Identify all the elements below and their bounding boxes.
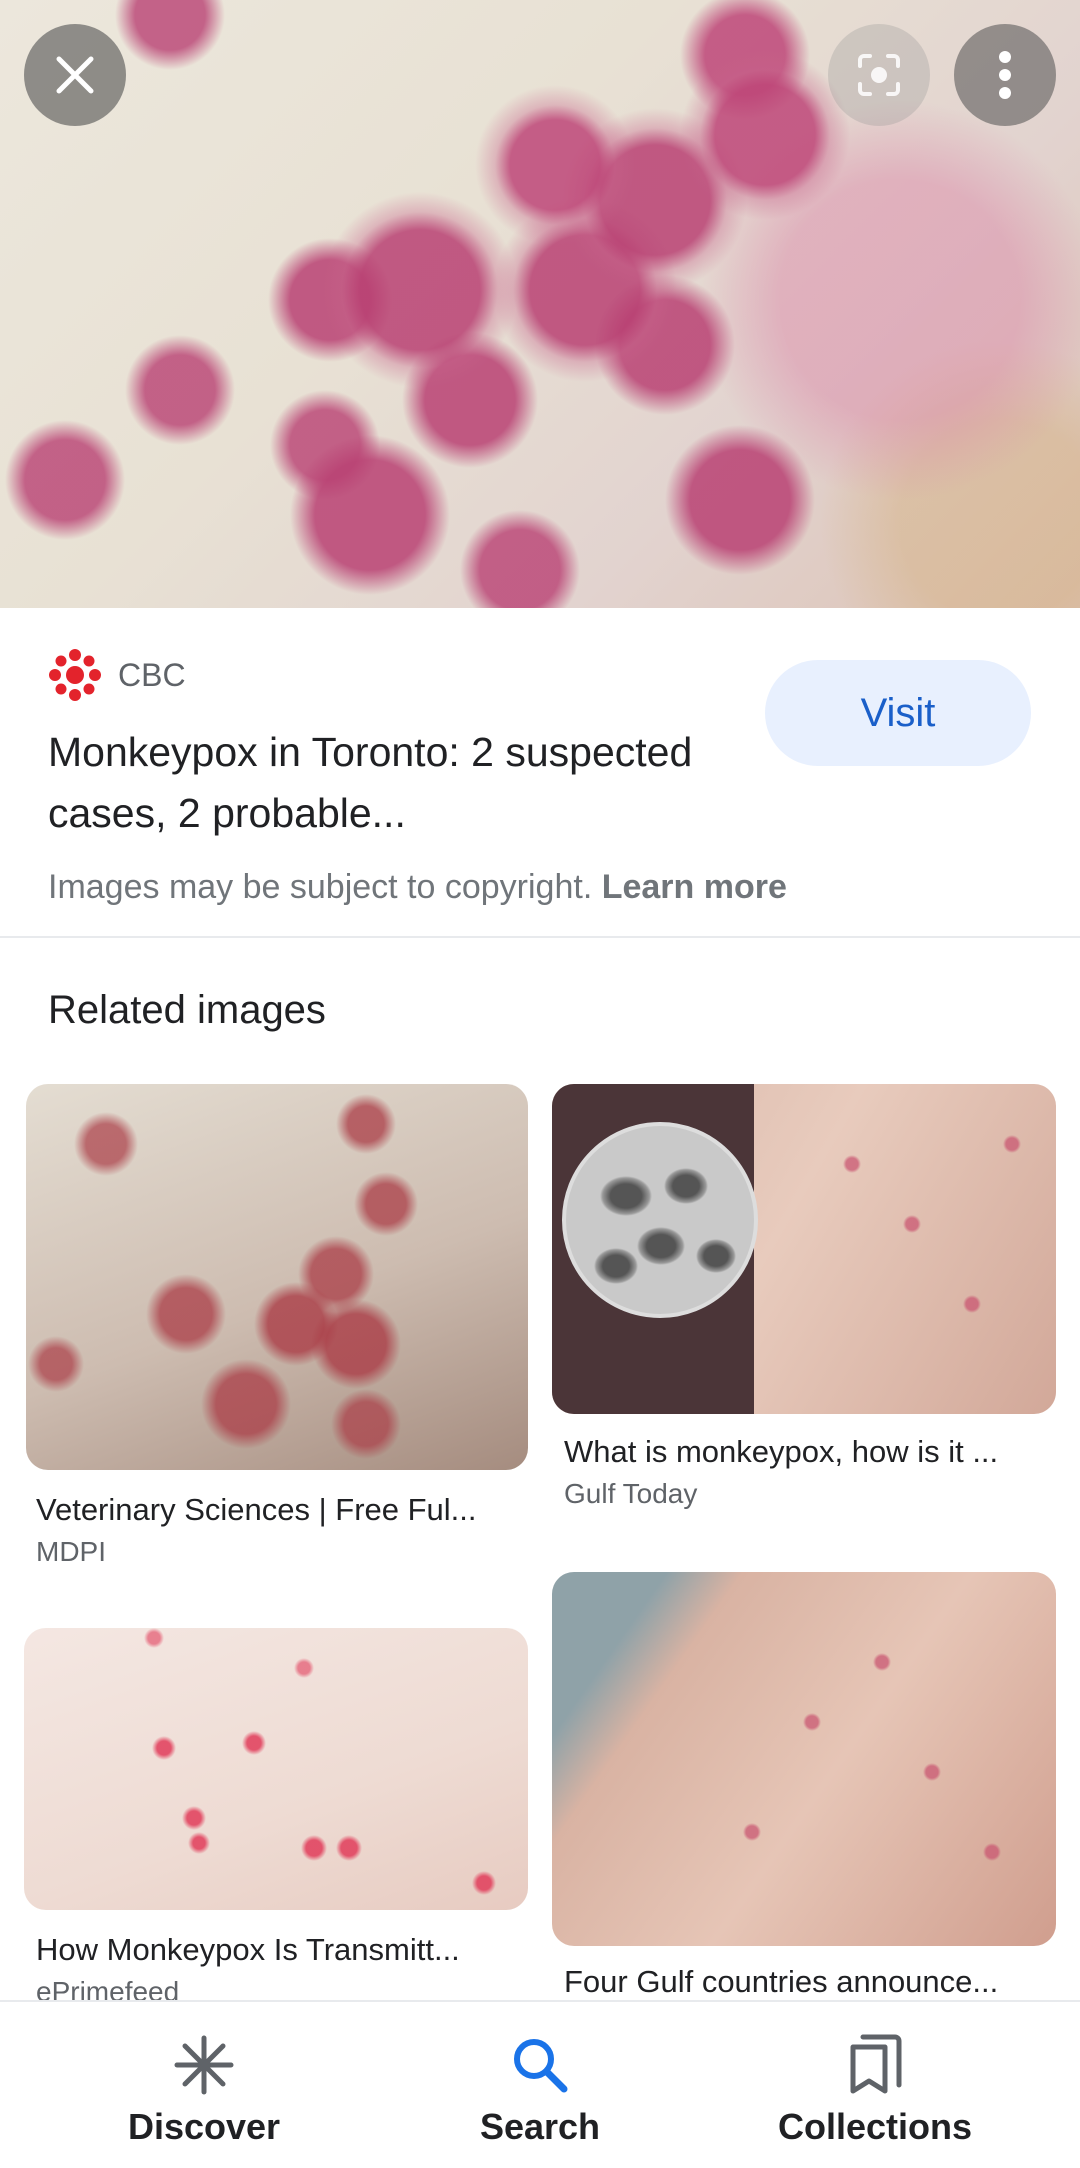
cbc-logo-icon [49,649,101,701]
search-icon [510,2032,570,2098]
related-image-source: Gulf Today [564,1478,698,1509]
close-icon [56,56,94,94]
copyright-notice: Images may be subject to copyright. Lear… [48,868,787,907]
related-image-card[interactable]: Four Gulf countries announce... [552,1572,1056,2000]
visit-button[interactable]: Visit [765,660,1031,766]
related-image-thumbnail[interactable] [552,1572,1056,1946]
source-name: CBC [118,656,186,693]
source-row[interactable]: CBC [48,648,186,702]
related-image-card[interactable]: Veterinary Sciences | Free Ful... MDPI [26,1084,528,1568]
nav-collections[interactable]: Collections [750,2002,1000,2168]
nav-search[interactable]: Search [440,2002,640,2168]
result-title[interactable]: Monkeypox in Toronto: 2 suspected cases,… [48,722,708,844]
nav-search-label: Search [479,2106,601,2147]
more-options-button[interactable] [954,24,1056,126]
asterisk-icon [173,2032,235,2098]
related-image-title[interactable]: Four Gulf countries announce... [564,1964,1056,2000]
related-image-thumbnail[interactable] [24,1628,528,1910]
lens-button[interactable] [828,24,930,126]
related-image-title[interactable]: Veterinary Sciences | Free Ful... [36,1492,528,1528]
related-image-title[interactable]: What is monkeypox, how is it ... [564,1434,1056,1470]
nav-discover[interactable]: Discover [104,2002,304,2168]
copyright-text: Images may be subject to copyright. [48,868,593,906]
source-info-panel: CBC Monkeypox in Toronto: 2 suspected ca… [0,610,1080,938]
lens-icon [858,54,900,96]
related-image-thumbnail[interactable] [26,1084,528,1470]
related-image-thumbnail[interactable] [552,1084,1056,1414]
learn-more-link[interactable]: Learn more [602,868,787,906]
preview-image[interactable] [0,0,1080,608]
related-image-card[interactable]: How Monkeypox Is Transmitt... ePrimefeed [24,1628,528,2008]
bottom-navigation: Discover Search Collections [0,2000,1080,2168]
nav-collections-label: Collections [777,2106,973,2147]
more-vert-icon [999,51,1011,99]
nav-discover-label: Discover [127,2106,281,2147]
related-image-title[interactable]: How Monkeypox Is Transmitt... [36,1932,528,1968]
related-image-source: MDPI [36,1536,106,1567]
close-button[interactable] [24,24,126,126]
related-image-card[interactable]: What is monkeypox, how is it ... Gulf To… [552,1084,1056,1510]
microscope-inset [562,1122,758,1318]
bookmarks-icon [847,2032,903,2098]
related-images-heading: Related images [48,988,326,1032]
